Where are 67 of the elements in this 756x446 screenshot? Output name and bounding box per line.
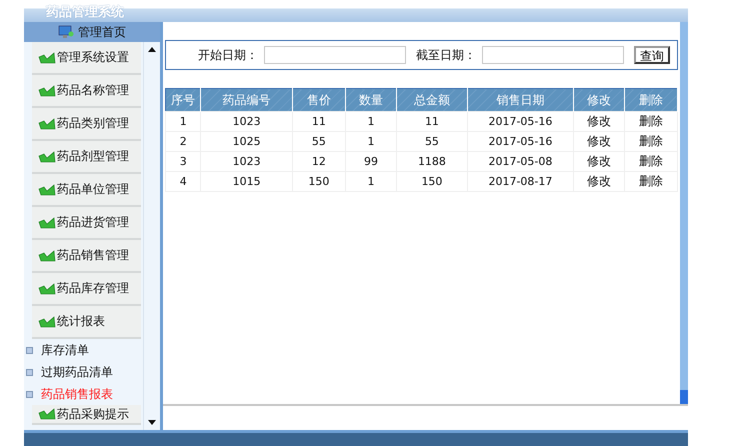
- app-title: 药品管理系统: [46, 6, 124, 19]
- table-cell: 2017-05-08: [488, 155, 552, 168]
- table-cell: 1023: [232, 115, 261, 128]
- submenu-item[interactable]: 库存清单: [24, 339, 141, 361]
- arrow-icon: [38, 52, 56, 64]
- bullet-icon: [26, 368, 33, 376]
- bullet-icon: [26, 390, 33, 398]
- arrow-icon: [38, 282, 56, 294]
- column-header: 总金额: [396, 88, 468, 112]
- home-link[interactable]: 管理首页: [24, 22, 160, 42]
- menu-item[interactable]: 药品销售管理: [32, 240, 141, 273]
- table-cell: 12: [312, 155, 326, 168]
- table-cell: 1: [367, 135, 374, 148]
- monitor-icon: [58, 25, 74, 39]
- table-cell: 150: [308, 175, 330, 188]
- arrow-icon: [38, 84, 56, 96]
- scrollbar[interactable]: [680, 22, 688, 404]
- bullet-icon: [26, 346, 33, 354]
- start-date-label: 开始日期：: [198, 46, 258, 64]
- arrow-icon: [38, 184, 56, 196]
- table-cell: 1025: [232, 135, 261, 148]
- column-header: 药品编号: [200, 88, 292, 112]
- menu-item[interactable]: 药品名称管理: [32, 75, 141, 108]
- column-header: 数量: [345, 88, 396, 112]
- submenu-item[interactable]: 药品销售报表: [24, 383, 141, 405]
- table-cell: 1: [367, 175, 374, 188]
- column-header: 序号: [166, 88, 201, 112]
- end-date-field[interactable]: [482, 46, 624, 64]
- menu-item[interactable]: 药品剂型管理: [32, 141, 141, 174]
- table-cell: 1: [180, 115, 187, 128]
- query-button[interactable]: 查询: [634, 46, 670, 64]
- table-cell: 2017-05-16: [488, 135, 552, 148]
- table-cell: 1188: [418, 155, 446, 168]
- menu-item[interactable]: 统计报表: [32, 306, 141, 339]
- table-cell: 4: [180, 175, 187, 188]
- column-header: 售价: [292, 88, 346, 112]
- table-cell: 2017-05-16: [488, 115, 552, 128]
- column-header: 删除: [624, 88, 678, 112]
- menu-item[interactable]: 药品类别管理: [32, 108, 141, 141]
- arrow-icon: [38, 316, 56, 328]
- table-cell: 55: [312, 135, 326, 148]
- menu-item[interactable]: 药品采购提示: [32, 405, 141, 425]
- table-cell: 1015: [232, 175, 261, 188]
- menu-item[interactable]: 药品单位管理: [32, 174, 141, 207]
- menu-item[interactable]: 药品进货管理: [32, 207, 141, 240]
- start-date-field[interactable]: [264, 46, 406, 64]
- table-cell: 2017-08-17: [488, 175, 552, 188]
- submenu-item[interactable]: 过期药品清单: [24, 361, 141, 383]
- column-header: 销售日期: [467, 88, 574, 112]
- table-cell: 150: [421, 175, 442, 188]
- arrow-icon: [38, 118, 56, 130]
- column-header: 修改: [573, 88, 624, 112]
- table-cell: 11: [312, 115, 326, 128]
- table-cell: 2: [180, 135, 187, 148]
- arrow-icon: [38, 216, 56, 228]
- table-cell: 99: [364, 155, 378, 168]
- table-cell: 3: [180, 155, 187, 168]
- menu-item[interactable]: 药品库存管理: [32, 273, 141, 306]
- arrow-icon: [38, 150, 56, 162]
- end-date-label: 截至日期：: [416, 46, 476, 64]
- menu-item[interactable]: 管理系统设置: [32, 42, 141, 75]
- table-cell: 11: [424, 115, 439, 128]
- table-cell: 1: [367, 115, 374, 128]
- table-cell: 55: [424, 135, 439, 148]
- arrow-icon: [38, 250, 56, 262]
- arrow-icon: [38, 408, 56, 420]
- table-cell: 1023: [232, 155, 261, 168]
